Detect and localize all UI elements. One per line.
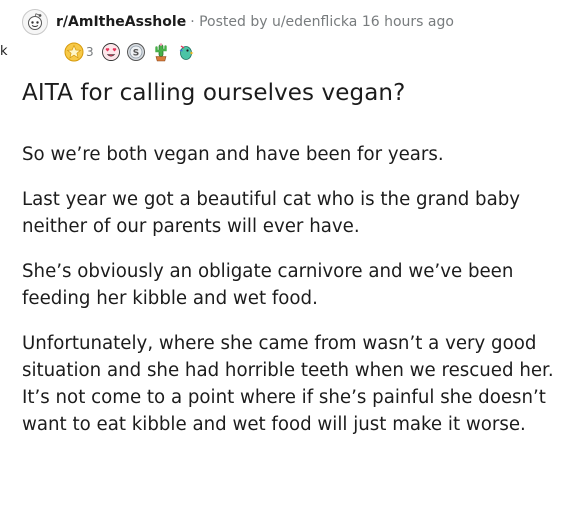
post-paragraph: Last year we got a beautiful cat who is … <box>22 189 521 237</box>
party-parrot-award-icon[interactable] <box>176 42 196 62</box>
cactus-award-icon[interactable] <box>151 42 171 62</box>
subreddit-link[interactable]: r/AmItheAsshole <box>56 14 186 30</box>
post-paragraph: Unfortunately, where she came from wasn’… <box>22 333 554 435</box>
svg-text:S: S <box>132 49 138 59</box>
post-header: r/AmItheAsshole · Posted by u/edenflicka… <box>22 8 454 36</box>
award-count: 3 <box>86 45 94 59</box>
post-body: So we’re both vegan and have been for ye… <box>22 141 554 456</box>
post-meta: · Posted by u/edenflicka 16 hours ago <box>190 14 454 30</box>
gold-star-award-icon[interactable] <box>64 42 84 62</box>
silver-coin-award-icon[interactable]: S <box>126 42 146 62</box>
subreddit-avatar-icon[interactable] <box>22 9 48 35</box>
post-paragraph: So we’re both vegan and have been for ye… <box>22 144 444 165</box>
clipped-edge-text: k <box>0 44 8 59</box>
awards-row: 3 S <box>64 40 196 64</box>
post-title: AITA for calling ourselves vegan? <box>22 80 406 106</box>
post-paragraph: She’s obviously an obligate carnivore an… <box>22 261 514 309</box>
heart-eyes-award-icon[interactable] <box>101 42 121 62</box>
